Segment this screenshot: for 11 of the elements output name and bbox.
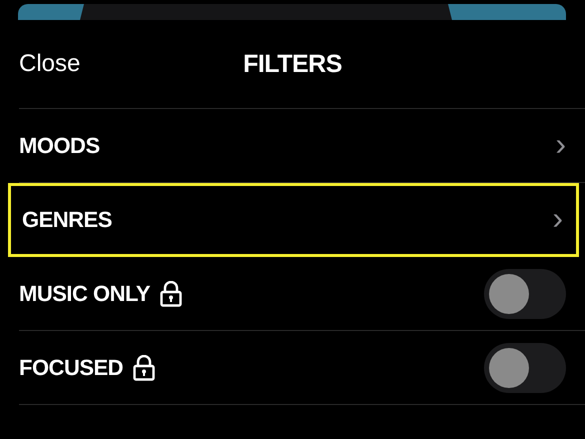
highlighted-row[interactable]: GENRES ›: [8, 183, 579, 257]
filter-label: GENRES: [22, 207, 112, 233]
chevron-icon: ›: [552, 202, 563, 238]
toggle-switch[interactable]: [484, 342, 566, 392]
chevron-icon: ›: [555, 128, 566, 164]
screen-title: FILTERS: [243, 50, 342, 78]
filter-label: FOCUSED: [19, 354, 124, 380]
filter-label: MOODS: [19, 132, 100, 158]
toggle-switch[interactable]: [484, 268, 566, 318]
filter-label: MUSIC ONLY: [19, 280, 150, 306]
close-button[interactable]: Close: [19, 50, 80, 78]
